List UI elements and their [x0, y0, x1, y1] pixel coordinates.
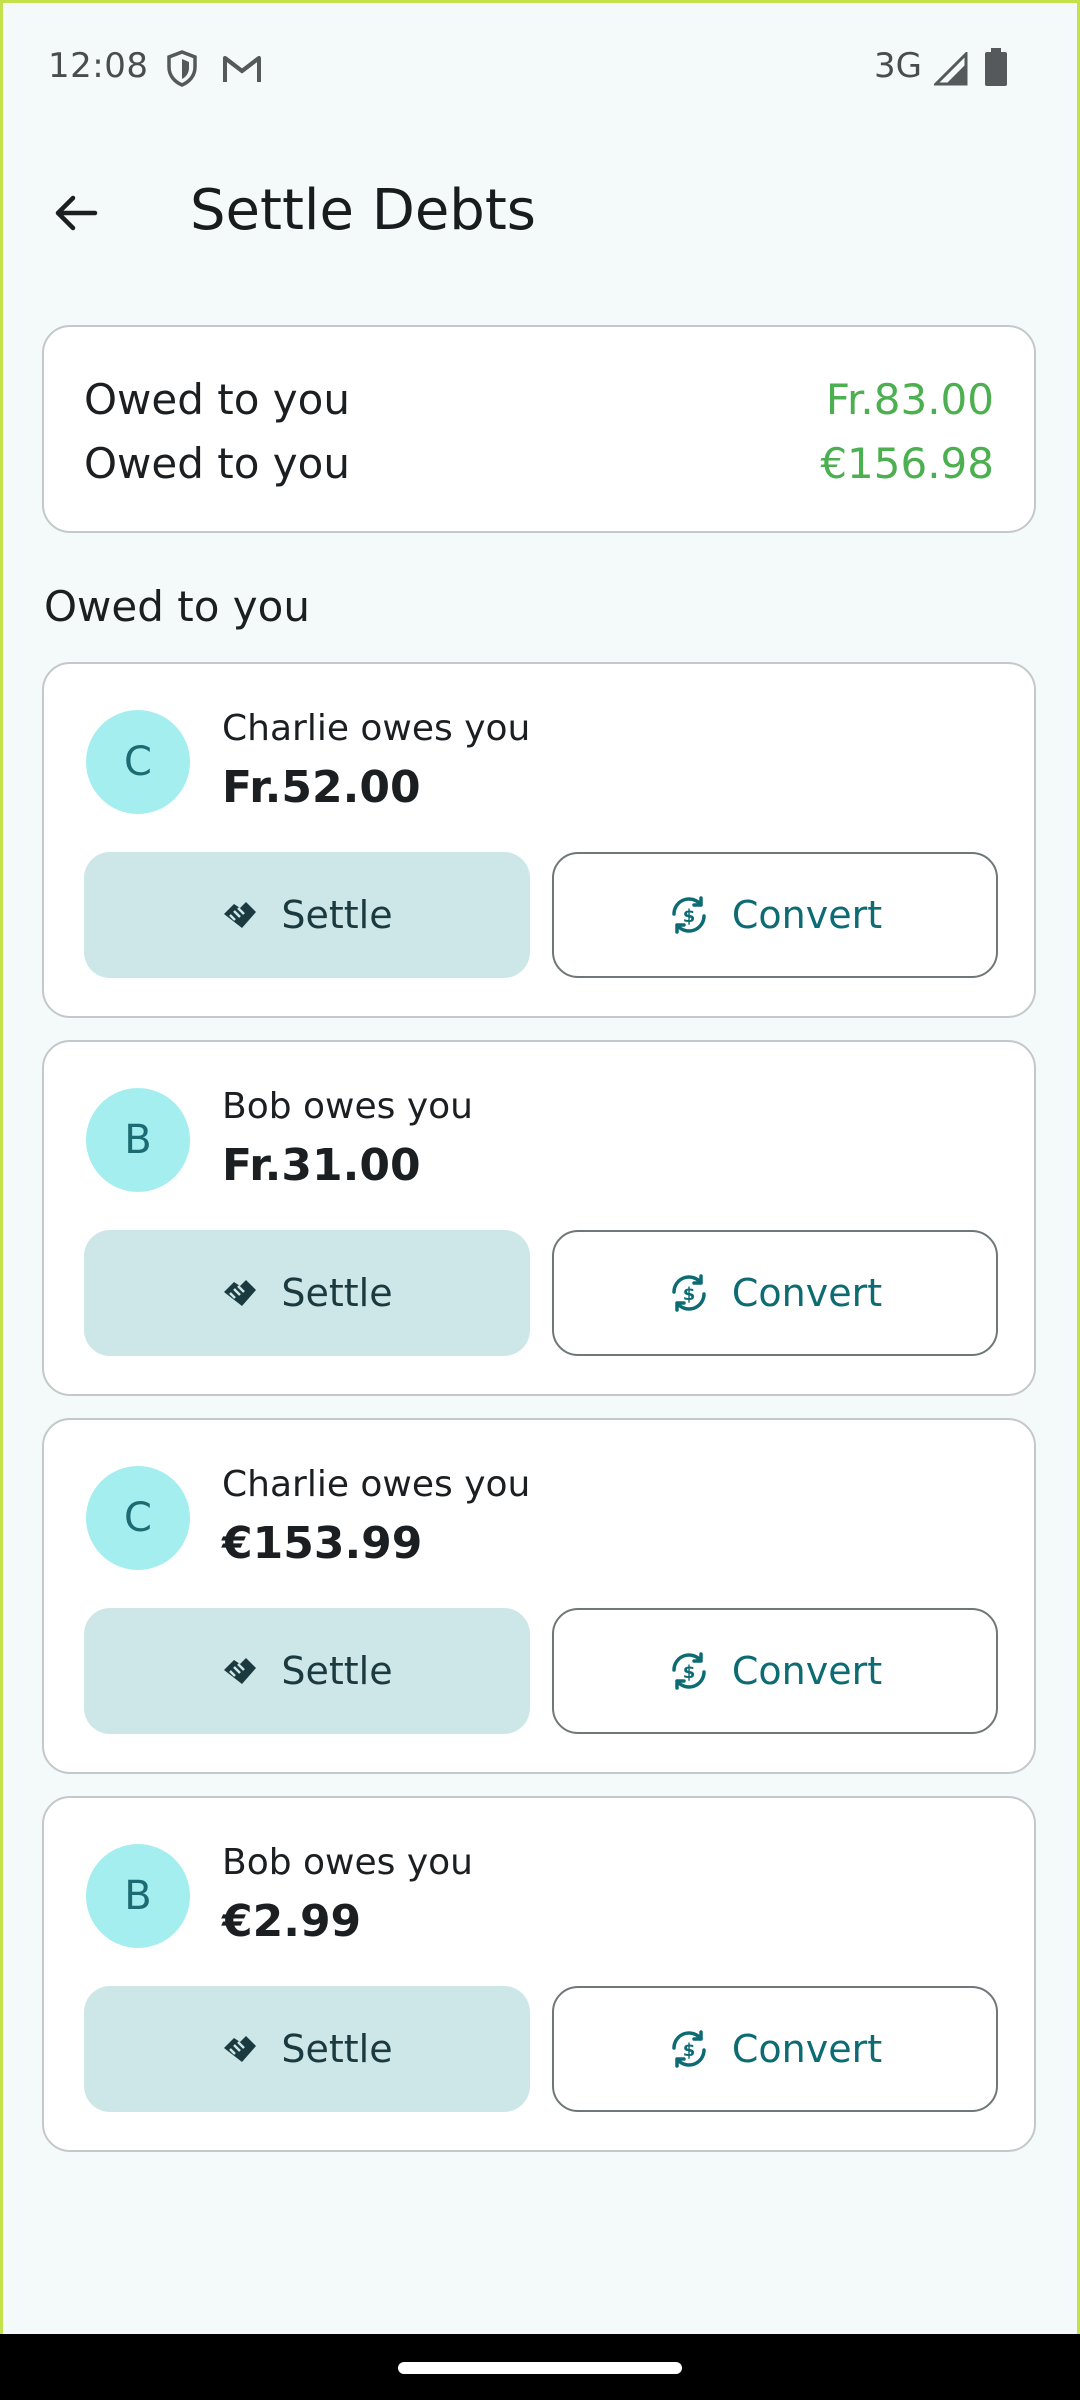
status-bar: 12:08 3G [0, 0, 1080, 140]
debt-card: C Charlie owes you €153.99 Settle $ Conv… [42, 1418, 1036, 1774]
convert-button[interactable]: $ Convert [552, 1986, 998, 2112]
currency-exchange-icon: $ [668, 894, 710, 936]
convert-label: Convert [731, 1649, 883, 1693]
app-bar: Settle Debts [0, 160, 1080, 260]
debt-amount: Fr.31.00 [222, 1140, 421, 1191]
back-button[interactable] [40, 180, 110, 250]
currency-exchange-icon: $ [668, 1272, 710, 1314]
debt-description: Bob owes you [222, 1842, 473, 1883]
svg-text:$: $ [683, 2040, 696, 2061]
summary-label: Owed to you [84, 375, 350, 424]
settle-label: Settle [281, 2027, 393, 2071]
arrow-back-icon [51, 189, 99, 241]
settle-label: Settle [281, 893, 393, 937]
battery-icon [984, 48, 1008, 90]
page-title: Settle Debts [190, 178, 536, 243]
summary-label: Owed to you [84, 439, 350, 488]
summary-row: Owed to you Fr.83.00 [84, 375, 994, 424]
svg-text:$: $ [683, 1284, 696, 1305]
convert-label: Convert [731, 1271, 883, 1315]
handshake-icon [221, 2032, 259, 2066]
settle-button[interactable]: Settle [84, 1608, 530, 1734]
status-time: 12:08 [48, 46, 149, 86]
debt-amount: Fr.52.00 [222, 762, 421, 813]
network-type: 3G [874, 46, 922, 86]
avatar: B [86, 1844, 190, 1948]
settle-button[interactable]: Settle [84, 852, 530, 978]
debt-description: Bob owes you [222, 1086, 473, 1127]
settle-button[interactable]: Settle [84, 1986, 530, 2112]
handshake-icon [221, 1276, 259, 1310]
section-title: Owed to you [44, 582, 310, 631]
debt-amount: €2.99 [222, 1896, 362, 1947]
avatar: C [86, 1466, 190, 1570]
shield-icon [166, 50, 198, 92]
convert-button[interactable]: $ Convert [552, 1230, 998, 1356]
settle-button[interactable]: Settle [84, 1230, 530, 1356]
settle-label: Settle [281, 1649, 393, 1693]
convert-label: Convert [731, 2027, 883, 2071]
debt-card: C Charlie owes you Fr.52.00 Settle $ Con… [42, 662, 1036, 1018]
debt-amount: €153.99 [222, 1518, 423, 1569]
currency-exchange-icon: $ [668, 1650, 710, 1692]
debt-description: Charlie owes you [222, 1464, 531, 1505]
currency-exchange-icon: $ [668, 2028, 710, 2070]
home-gesture-handle[interactable] [398, 2362, 682, 2374]
svg-text:$: $ [683, 906, 696, 927]
handshake-icon [221, 1654, 259, 1688]
debt-card: B Bob owes you Fr.31.00 Settle $ Convert [42, 1040, 1036, 1396]
summary-card: Owed to you Fr.83.00 Owed to you €156.98 [42, 325, 1036, 533]
debt-description: Charlie owes you [222, 708, 531, 749]
convert-button[interactable]: $ Convert [552, 852, 998, 978]
summary-amount: Fr.83.00 [825, 375, 994, 424]
summary-row: Owed to you €156.98 [84, 439, 994, 488]
convert-label: Convert [731, 893, 883, 937]
handshake-icon [221, 898, 259, 932]
settle-label: Settle [281, 1271, 393, 1315]
svg-text:$: $ [683, 1662, 696, 1683]
debt-card: B Bob owes you €2.99 Settle $ Convert [42, 1796, 1036, 2152]
avatar: B [86, 1088, 190, 1192]
signal-icon [932, 50, 968, 90]
gmail-icon [222, 54, 262, 88]
convert-button[interactable]: $ Convert [552, 1608, 998, 1734]
summary-amount: €156.98 [820, 439, 994, 488]
avatar: C [86, 710, 190, 814]
